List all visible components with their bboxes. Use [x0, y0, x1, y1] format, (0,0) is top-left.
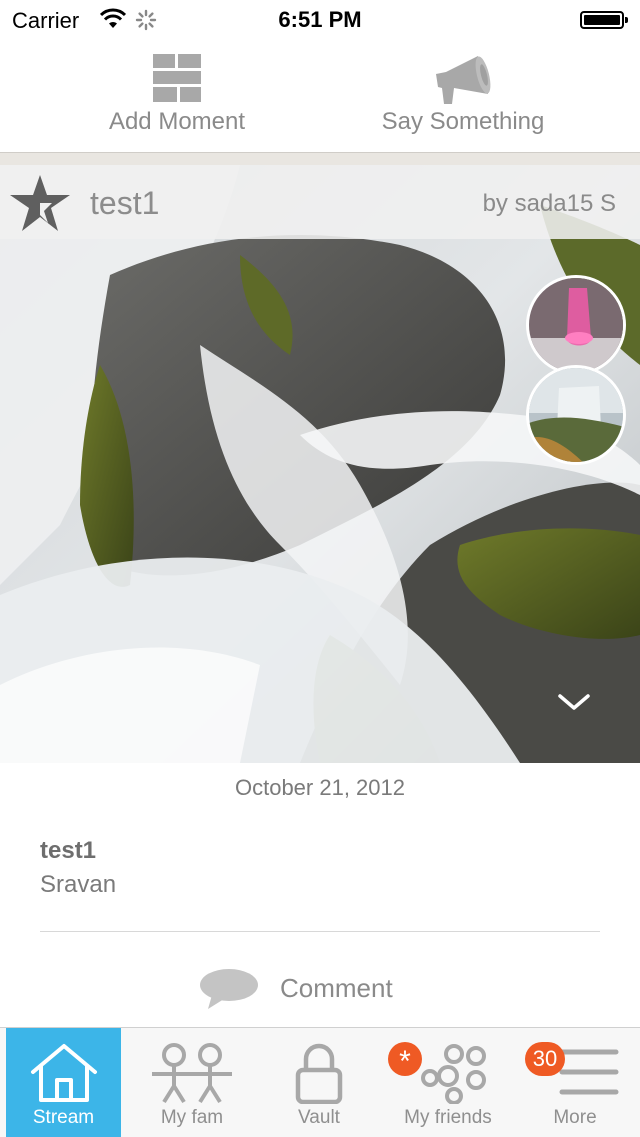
more-badge: 30 [525, 1042, 565, 1076]
moment-date: October 21, 2012 [234, 775, 405, 800]
home-icon [30, 1044, 97, 1102]
feed-separator [0, 153, 640, 165]
moment-detail-title: test1 [40, 837, 97, 864]
comment-label: Comment [280, 973, 393, 1003]
divider [40, 931, 600, 932]
tab-my-fam-label: My fam [160, 1107, 224, 1128]
clock: 6:51 PM [278, 7, 362, 32]
tab-vault-label: Vault [298, 1107, 340, 1128]
star-icon[interactable] [8, 173, 72, 233]
comment-button[interactable]: Comment [196, 963, 426, 1013]
tab-stream-label: Stream [32, 1107, 95, 1128]
lock-icon [295, 1043, 343, 1104]
friends-badge: * [388, 1042, 422, 1078]
tab-bar: Stream My fam Vault * My friends 30 More [0, 1027, 640, 1137]
megaphone-icon [436, 56, 491, 104]
tab-stream[interactable]: Stream [6, 1028, 121, 1137]
speech-bubble-icon [200, 969, 258, 1009]
action-bar: Add Moment Say Something [0, 40, 640, 153]
battery-icon [580, 11, 628, 29]
say-something-button[interactable]: Say Something [370, 40, 556, 152]
tab-more[interactable]: 30 More [515, 1028, 635, 1137]
moment-author: by sada15 S [482, 190, 616, 217]
add-moment-label: Add Moment [108, 108, 246, 135]
grid-icon [153, 54, 201, 102]
moment-title: test1 [90, 185, 160, 221]
moment-card[interactable]: test1 by sada15 S [0, 165, 640, 763]
photo-thumbnail[interactable] [526, 275, 626, 375]
status-bar: Carrier 6:51 PM [0, 0, 640, 40]
tab-vault[interactable]: Vault [260, 1028, 378, 1137]
family-icon [152, 1043, 232, 1104]
moment-detail-subtitle: Sravan [40, 871, 117, 898]
photo-thumbnail[interactable] [526, 365, 626, 465]
tab-my-fam[interactable]: My fam [133, 1028, 251, 1137]
waterfall-photo[interactable] [0, 165, 640, 763]
add-moment-button[interactable]: Add Moment [80, 40, 274, 152]
tab-my-friends[interactable]: * My friends [388, 1028, 508, 1137]
tab-my-friends-label: My friends [404, 1107, 492, 1128]
say-something-label: Say Something [381, 108, 545, 135]
chevron-down-icon[interactable] [556, 690, 592, 714]
moment-header: test1 by sada15 S [0, 165, 640, 239]
tab-more-label: More [553, 1107, 597, 1128]
